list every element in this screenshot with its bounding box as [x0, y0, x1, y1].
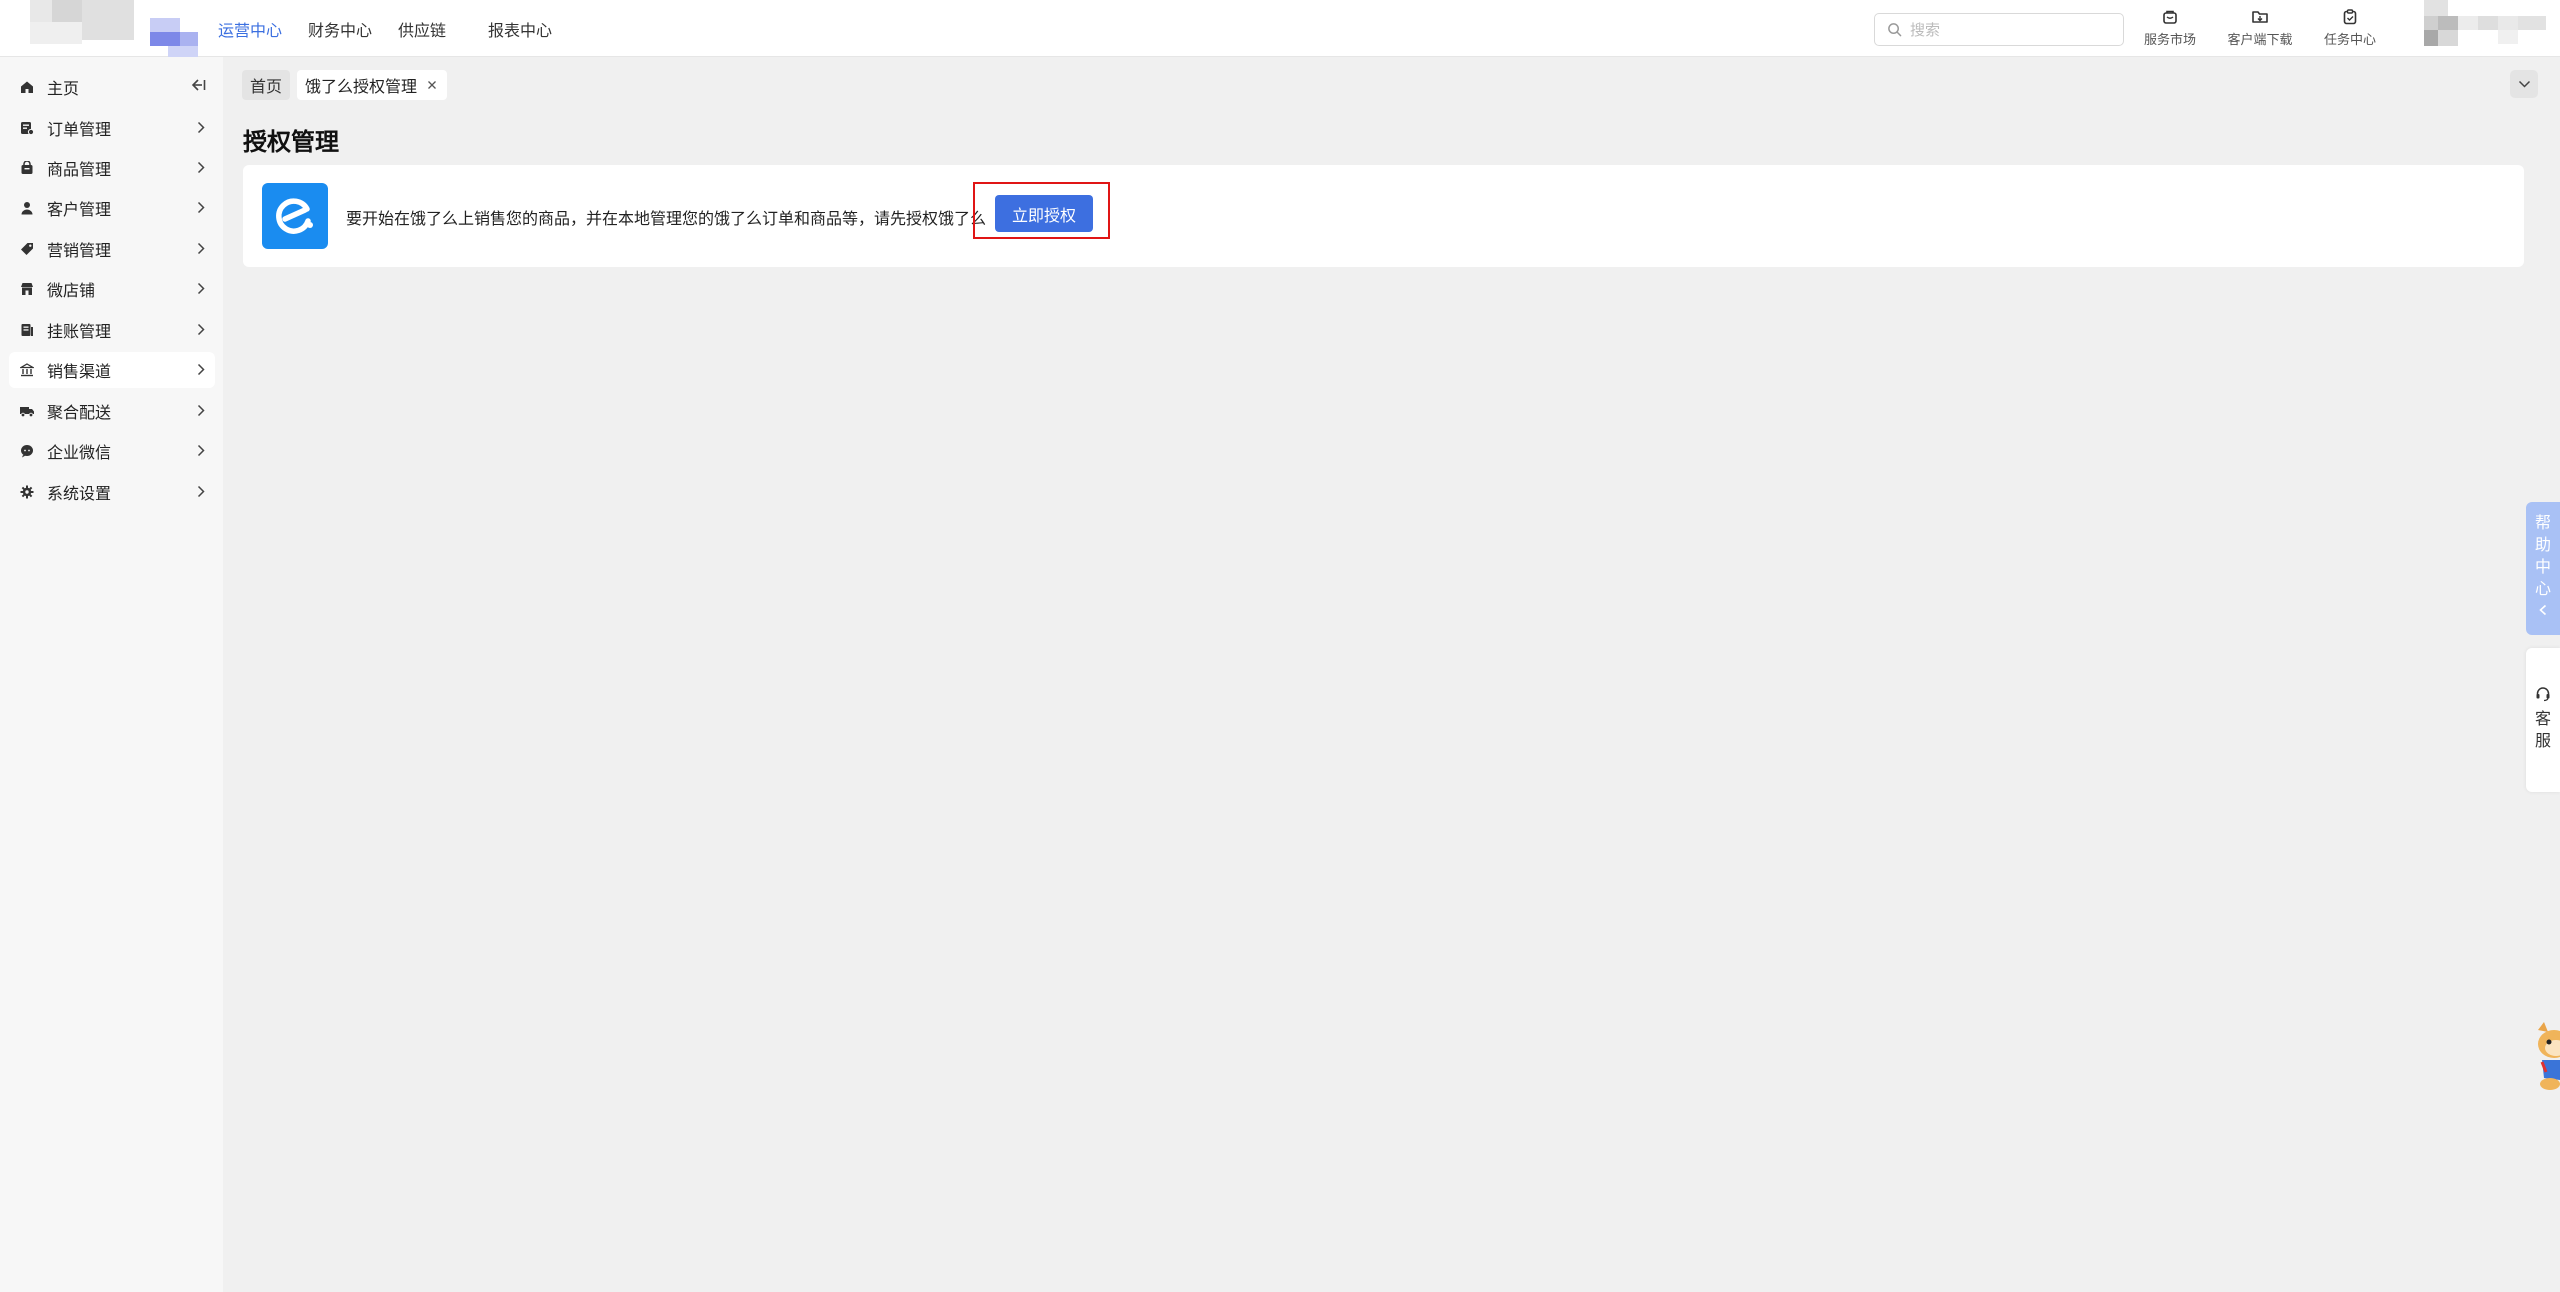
brand-logo[interactable] — [30, 0, 200, 57]
chevron-left-icon — [2539, 604, 2547, 616]
nav-finance-center[interactable]: 财务中心 — [308, 17, 372, 41]
sidebar-item-settings[interactable]: 系统设置 — [9, 474, 215, 510]
task-center-button[interactable]: 任务中心 — [2310, 8, 2390, 50]
sidebar-item-micro-shop[interactable]: 微店铺 — [9, 271, 215, 307]
service-market-label: 服务市场 — [2143, 33, 2196, 48]
sidebar-item-label: 挂账管理 — [47, 322, 112, 341]
collapse-icon — [191, 79, 206, 91]
tab-eleme-auth[interactable]: 饿了么授权管理 — [297, 70, 448, 100]
sidebar-item-customers[interactable]: 客户管理 — [9, 190, 215, 226]
sidebar-item-label: 营销管理 — [47, 241, 112, 260]
chevron-right-icon — [197, 363, 205, 376]
search-box[interactable] — [1874, 13, 2124, 46]
chevron-right-icon — [197, 242, 205, 255]
sidebar-item-label: 聚合配送 — [47, 403, 112, 422]
chevron-right-icon — [197, 404, 205, 417]
mascot-assistant-icon[interactable] — [2530, 1020, 2560, 1100]
nav-supply-chain[interactable]: 供应链 — [398, 17, 446, 41]
product-icon — [19, 160, 35, 176]
sidebar-item-delivery[interactable]: 聚合配送 — [9, 393, 215, 429]
user-avatar[interactable] — [2410, 0, 2560, 57]
search-icon — [1888, 23, 1902, 37]
authorize-now-button[interactable]: 立即授权 — [995, 195, 1093, 232]
tab-label: 饿了么授权管理 — [305, 77, 418, 96]
truck-icon — [19, 403, 35, 419]
customer-service-button[interactable]: 客服 — [2526, 648, 2560, 792]
sidebar: 主页 订单管理 商品管理 客户管理 营销管理 微店铺 挂账管理 销售渠道 聚合配… — [0, 57, 223, 1292]
top-nav: 运营中心 财务中心 供应链 报表中心 — [218, 0, 578, 57]
eleme-logo-icon — [262, 183, 328, 249]
collapse-sidebar-button[interactable] — [190, 77, 206, 96]
customer-service-label: 客服 — [2534, 709, 2551, 750]
client-download-button[interactable]: 客户端下载 — [2220, 8, 2300, 50]
tabs-dropdown-button[interactable] — [2510, 70, 2538, 98]
sidebar-item-label: 客户管理 — [47, 200, 112, 219]
tag-icon — [19, 241, 35, 257]
sidebar-item-label: 订单管理 — [47, 120, 112, 139]
service-market-button[interactable]: 服务市场 — [2130, 8, 2210, 50]
clipboard-icon — [2343, 9, 2357, 25]
chevron-right-icon — [197, 121, 205, 134]
home-icon — [19, 79, 35, 95]
sidebar-item-label: 系统设置 — [47, 484, 112, 503]
chevron-right-icon — [197, 323, 205, 336]
search-input[interactable] — [1908, 19, 2112, 40]
bank-icon — [19, 362, 35, 378]
gear-icon — [19, 484, 35, 500]
shop-icon — [19, 281, 35, 297]
sidebar-item-credit[interactable]: 挂账管理 — [9, 312, 215, 348]
sidebar-item-products[interactable]: 商品管理 — [9, 150, 215, 186]
wechat-icon — [19, 443, 35, 459]
page-title: 授权管理 — [243, 128, 339, 156]
nav-report-center[interactable]: 报表中心 — [488, 17, 552, 41]
sidebar-item-home[interactable]: 主页 — [9, 69, 215, 105]
headset-icon — [2536, 687, 2550, 702]
chevron-down-icon — [2518, 80, 2530, 88]
sidebar-item-wecom[interactable]: 企业微信 — [9, 433, 215, 469]
ledger-icon — [19, 322, 35, 338]
tab-home[interactable]: 首页 — [242, 70, 291, 100]
sidebar-item-orders[interactable]: 订单管理 — [9, 110, 215, 146]
sidebar-item-label: 企业微信 — [47, 443, 112, 462]
sidebar-item-label: 微店铺 — [47, 281, 96, 300]
store-icon — [2163, 10, 2177, 24]
auth-card: 要开始在饿了么上销售您的商品，并在本地管理您的饿了么订单和商品等，请先授权饿了么… — [243, 165, 2524, 267]
sidebar-item-label: 主页 — [47, 79, 80, 98]
sidebar-item-marketing[interactable]: 营销管理 — [9, 231, 215, 267]
sidebar-item-sales-channel[interactable]: 销售渠道 — [9, 352, 215, 388]
nav-operations-center[interactable]: 运营中心 — [218, 17, 282, 41]
close-icon — [428, 81, 436, 89]
auth-description: 要开始在饿了么上销售您的商品，并在本地管理您的饿了么订单和商品等，请先授权饿了么 — [346, 209, 987, 228]
user-icon — [19, 200, 35, 216]
chevron-right-icon — [197, 485, 205, 498]
sidebar-item-label: 销售渠道 — [47, 362, 112, 381]
client-download-label: 客户端下载 — [2227, 33, 2293, 48]
chevron-right-icon — [197, 444, 205, 457]
task-center-label: 任务中心 — [2323, 33, 2376, 48]
chevron-right-icon — [197, 201, 205, 214]
help-center-label: 帮助中心 — [2534, 513, 2551, 598]
download-folder-icon — [2252, 11, 2268, 23]
order-icon — [19, 120, 35, 136]
top-bar: 运营中心 财务中心 供应链 报表中心 服务市场 客户端下载 — [0, 0, 2560, 57]
sidebar-item-label: 商品管理 — [47, 160, 112, 179]
close-tab-button[interactable] — [427, 80, 437, 90]
help-center-tab[interactable]: 帮助中心 — [2526, 502, 2560, 635]
chevron-right-icon — [197, 161, 205, 174]
chevron-right-icon — [197, 282, 205, 295]
